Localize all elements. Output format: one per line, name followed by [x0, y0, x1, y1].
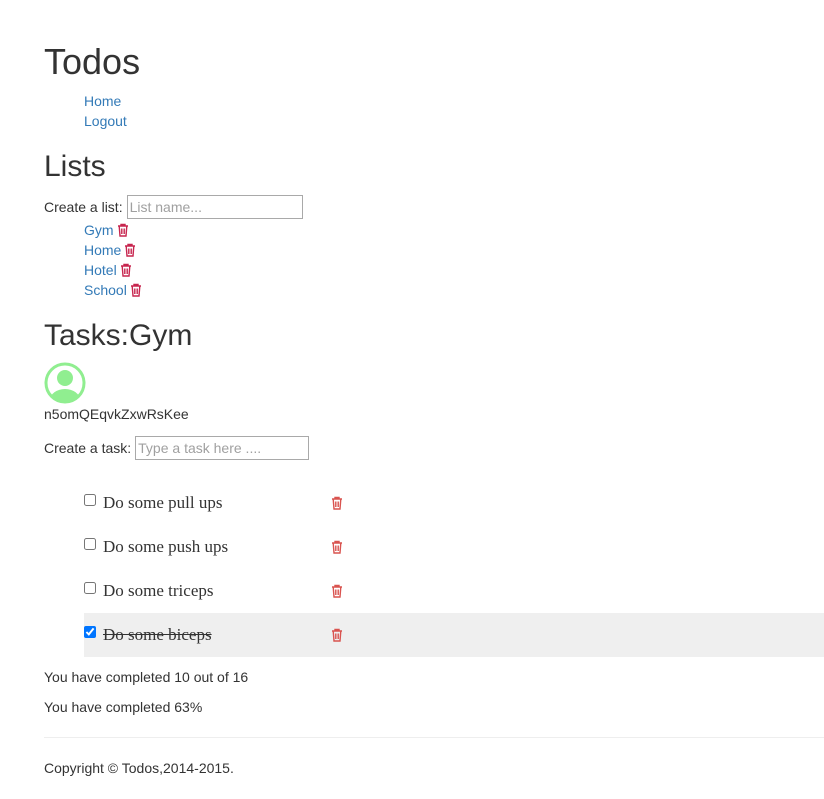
trash-icon[interactable] — [117, 223, 129, 237]
nav-home-link[interactable]: Home — [84, 93, 121, 109]
task-text: Do some biceps — [103, 625, 212, 644]
nav-item-home: Home — [84, 91, 127, 111]
list-item: School — [84, 280, 142, 300]
task-item: Do some biceps — [84, 613, 824, 657]
username: n5omQEqvkZxwRsKee — [44, 406, 189, 422]
nav-item-logout: Logout — [84, 111, 127, 131]
task-checkbox[interactable] — [84, 626, 96, 638]
completed-percent-text: You have completed 63% — [44, 699, 203, 715]
list-link-school[interactable]: School — [84, 280, 127, 300]
task-text: Do some pull ups — [103, 493, 223, 512]
lists-heading: Lists — [44, 150, 106, 183]
task-text: Do some push ups — [103, 537, 229, 556]
list-item: Hotel — [84, 260, 142, 280]
footer-copyright: Copyright © Todos,2014-2015. — [44, 760, 234, 776]
nav-logout-link[interactable]: Logout — [84, 113, 127, 129]
list-name-input[interactable] — [126, 195, 303, 219]
trash-icon[interactable] — [331, 540, 343, 554]
task-item: Do some pull ups — [84, 481, 824, 525]
tasks-list: Do some pull ups Do some push ups Do som… — [84, 481, 824, 657]
completed-count-text: You have completed 10 out of 16 — [44, 669, 249, 685]
create-list-row: Create a list: — [44, 194, 303, 220]
task-item: Do some triceps — [84, 569, 824, 613]
main-nav: Home Logout — [84, 91, 127, 131]
list-item: Home — [84, 240, 142, 260]
user-avatar-icon — [44, 362, 86, 404]
list-link-gym[interactable]: Gym — [84, 220, 114, 240]
lists-list: Gym Home Hotel School — [84, 220, 142, 300]
tasks-heading: Tasks:Gym — [44, 319, 193, 352]
trash-icon[interactable] — [124, 243, 136, 257]
create-task-row: Create a task: — [44, 435, 310, 461]
app-title: Todos — [44, 41, 141, 82]
list-link-hotel[interactable]: Hotel — [84, 260, 117, 280]
task-checkbox[interactable] — [84, 538, 96, 550]
trash-icon[interactable] — [130, 283, 142, 297]
trash-icon[interactable] — [120, 263, 132, 277]
create-list-label: Create a list: — [44, 199, 123, 215]
footer-divider — [44, 737, 824, 738]
task-checkbox[interactable] — [84, 494, 96, 506]
list-item: Gym — [84, 220, 142, 240]
task-item: Do some push ups — [84, 525, 824, 569]
task-checkbox[interactable] — [84, 582, 96, 594]
list-link-home[interactable]: Home — [84, 240, 121, 260]
trash-icon[interactable] — [331, 496, 343, 510]
create-task-label: Create a task: — [44, 440, 132, 456]
trash-icon[interactable] — [331, 628, 343, 642]
task-text: Do some triceps — [103, 581, 214, 600]
task-input[interactable] — [135, 436, 310, 460]
trash-icon[interactable] — [331, 584, 343, 598]
